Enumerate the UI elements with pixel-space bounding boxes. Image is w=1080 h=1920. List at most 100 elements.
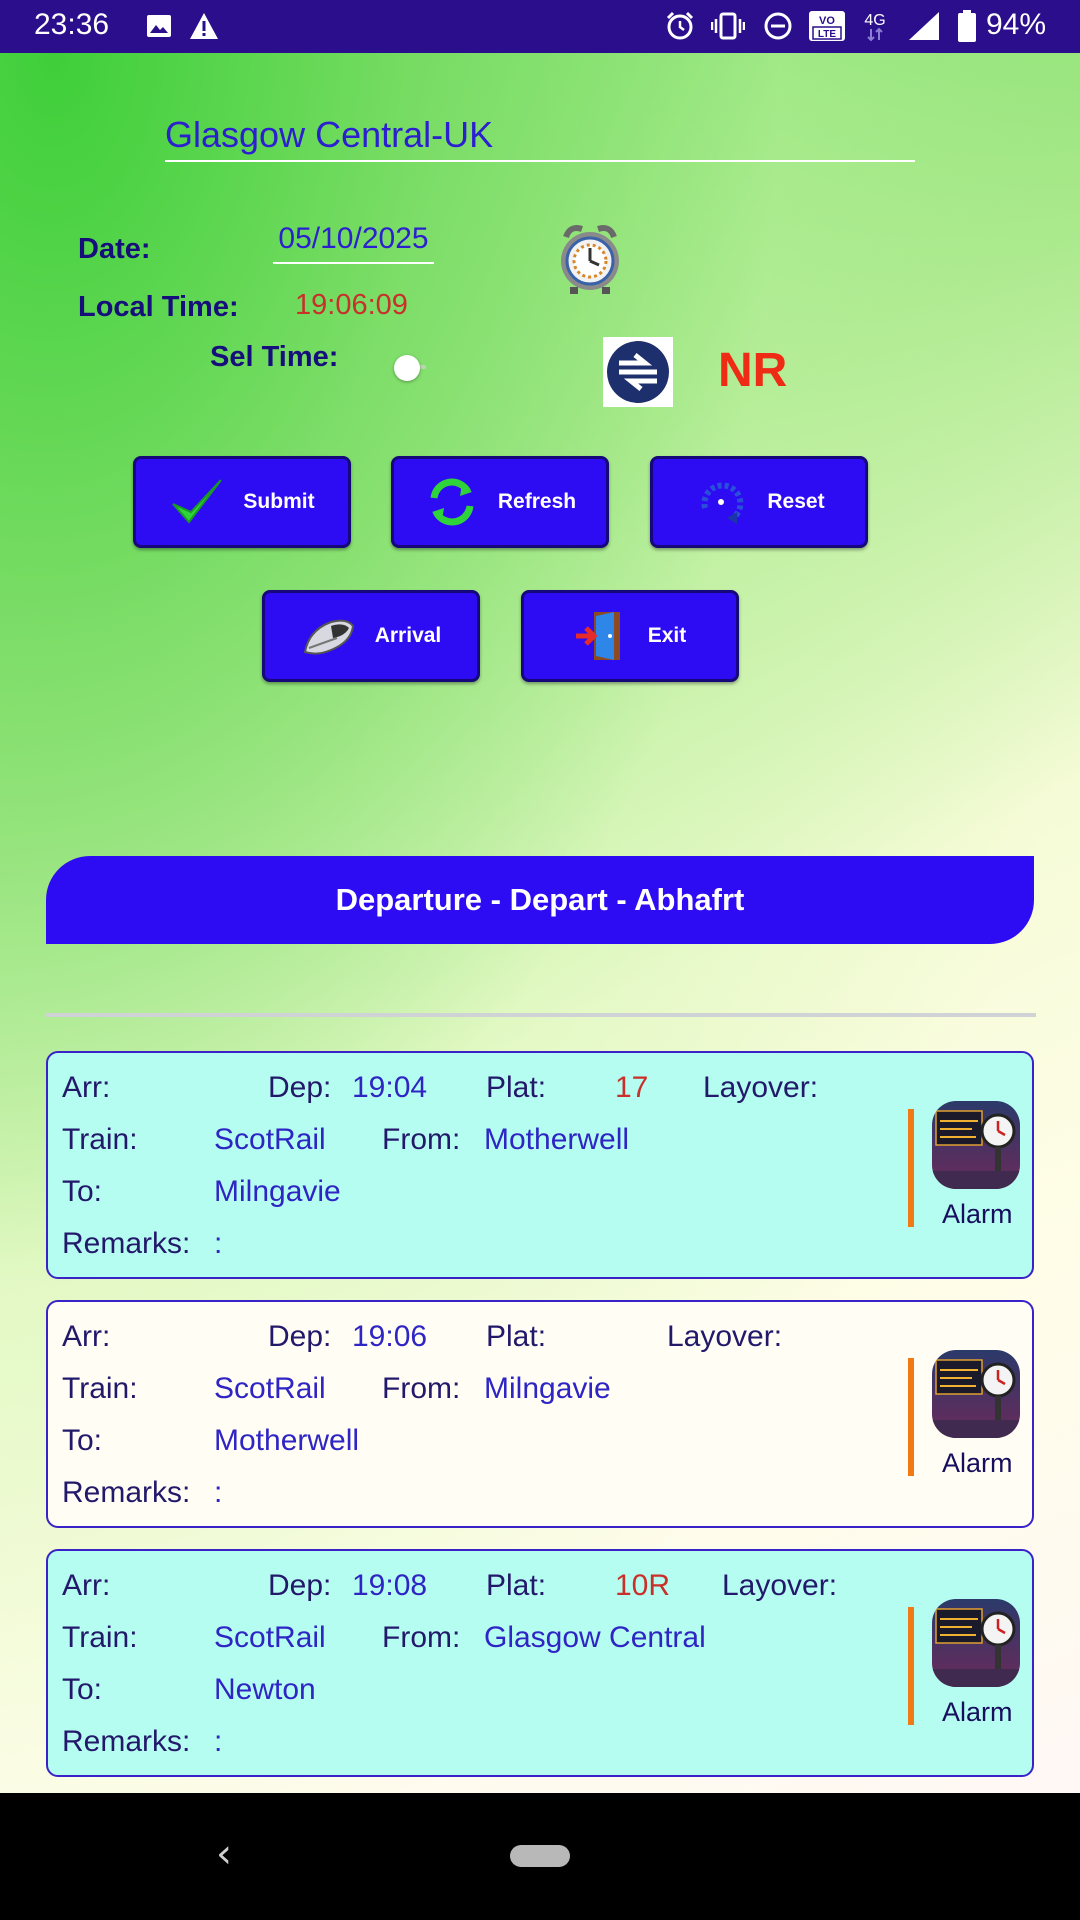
sel-time-label: Sel Time: [210,341,339,373]
plat-label: Plat: [486,1320,547,1353]
to-value: Newton [214,1673,316,1706]
dep-value: 19:04 [352,1071,428,1104]
accent-bar [908,1109,914,1227]
status-time: 23:36 [34,8,110,41]
national-rail-logo [603,337,673,407]
from-value: Motherwell [484,1123,630,1156]
train-value: ScotRail [214,1621,326,1654]
plat-value: 10R [615,1569,671,1602]
from-label: From: [382,1372,461,1405]
plat-label: Plat: [486,1569,547,1602]
station-title[interactable]: Glasgow Central-UK [165,110,915,162]
alarm-label: Alarm [942,1697,1013,1727]
svg-text:LTE: LTE [818,29,836,40]
departure-board-alarm-icon[interactable] [932,1599,1020,1687]
dep-label: Dep: [268,1320,332,1353]
refresh-button[interactable]: Refresh [391,456,609,548]
image-icon [144,10,174,42]
reset-icon [693,474,749,530]
remarks-value: : [214,1476,223,1509]
to-value: Milngavie [214,1175,341,1208]
submit-button[interactable]: Submit [133,456,351,548]
train-value: ScotRail [214,1123,326,1156]
from-label: From: [382,1123,461,1156]
arr-label: Arr: [62,1569,111,1602]
train-label: Train: [62,1123,138,1156]
train-icon [301,608,357,664]
reset-label: Reset [767,490,825,513]
alarm-icon [664,10,696,42]
dep-label: Dep: [268,1569,332,1602]
signal-icon [906,10,942,42]
alarm-label: Alarm [942,1199,1013,1229]
divider [46,1013,1036,1017]
layover-label: Layover: [703,1071,819,1104]
alarm-label: Alarm [942,1448,1013,1478]
battery-percent: 94% [985,8,1046,41]
warning-icon [188,10,220,42]
svg-text:VO: VO [819,15,835,27]
plat-label: Plat: [486,1071,547,1104]
vibrate-icon [710,10,746,42]
departure-card[interactable]: Arr: Dep: 19:08 Plat: 10R Layover: Train: ScotR… [46,1549,1034,1777]
to-label: To: [62,1673,103,1706]
exit-label: Exit [647,624,687,647]
arrival-button[interactable]: Arrival [262,590,480,682]
app-content: Glasgow Central-UK Date: 05/10/2025 Loca… [0,53,1080,1793]
nr-text: NR [718,344,788,397]
remarks-label: Remarks: [62,1725,191,1758]
toggle-knob[interactable] [394,355,420,381]
alarm-clock-icon[interactable] [556,221,624,295]
remarks-value: : [214,1725,223,1758]
date-label: Date: [78,233,151,265]
plat-value: 17 [615,1071,649,1104]
arrival-label: Arrival [374,624,442,647]
dep-value: 19:08 [352,1569,428,1602]
from-value: Glasgow Central [484,1621,706,1654]
checkmark-icon [169,474,225,530]
dep-label: Dep: [268,1071,332,1104]
4g-icon: 4G [860,10,890,42]
to-label: To: [62,1175,103,1208]
to-label: To: [62,1424,103,1457]
date-field[interactable]: 05/10/2025 [273,216,434,264]
train-label: Train: [62,1621,138,1654]
back-icon[interactable]: ‹ [216,1831,232,1877]
submit-label: Submit [243,490,315,513]
local-time-value: 19:06:09 [295,289,408,321]
departure-card[interactable]: Arr: Dep: 19:06 Plat: Layover: Train: ScotRail… [46,1300,1034,1528]
local-time-label: Local Time: [78,291,239,323]
home-pill[interactable] [510,1845,570,1867]
exit-button[interactable]: Exit [521,590,739,682]
battery-icon [956,10,978,42]
train-value: ScotRail [214,1372,326,1405]
to-value: Motherwell [214,1424,360,1457]
from-label: From: [382,1621,461,1654]
refresh-label: Refresh [497,490,577,513]
reset-button[interactable]: Reset [650,456,868,548]
departure-board-alarm-icon[interactable] [932,1350,1020,1438]
remarks-label: Remarks: [62,1227,191,1260]
volte-icon: VO LTE [808,10,846,42]
refresh-icon [424,474,480,530]
departure-section-header: Departure - Depart - Abhafrt [46,856,1034,944]
layover-label: Layover: [722,1569,838,1602]
dep-value: 19:06 [352,1320,428,1353]
layover-label: Layover: [667,1320,783,1353]
remarks-value: : [214,1227,223,1260]
exit-door-icon [574,608,630,664]
accent-bar [908,1358,914,1476]
status-bar: 23:36 VO LTE 4G 94% [0,0,1080,53]
svg-text:4G: 4G [864,12,885,29]
train-label: Train: [62,1372,138,1405]
departure-board-alarm-icon[interactable] [932,1101,1020,1189]
remarks-label: Remarks: [62,1476,191,1509]
accent-bar [908,1607,914,1725]
sel-time-toggle[interactable] [392,353,434,383]
navigation-bar: ‹ [0,1793,1080,1920]
from-value: Milngavie [484,1372,611,1405]
dnd-icon [762,10,794,42]
arr-label: Arr: [62,1320,111,1353]
departure-card[interactable]: Arr: Dep: 19:04 Plat: 17 Layover: Train: ScotRa… [46,1051,1034,1279]
arr-label: Arr: [62,1071,111,1104]
